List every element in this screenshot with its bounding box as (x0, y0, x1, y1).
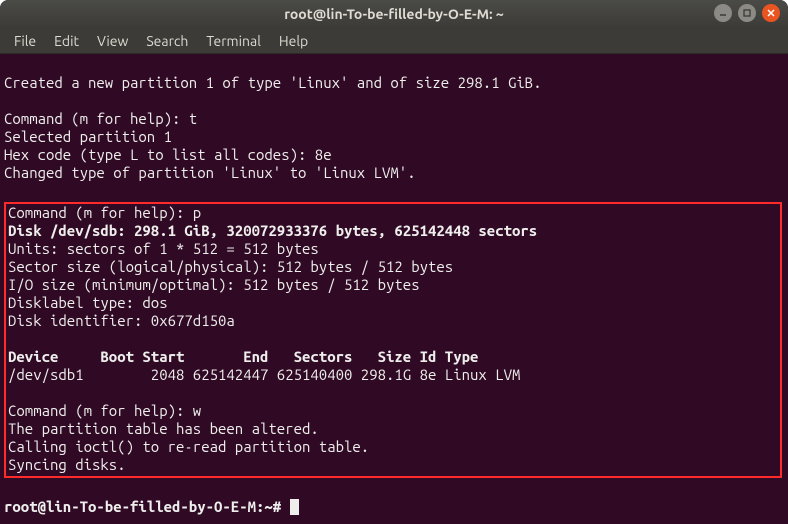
prompt: root@lin-To-be-filled-by-O-E-M:~# (4, 498, 290, 515)
output-line: Hex code (type L to list all codes): 8e (4, 146, 332, 163)
output-line: Disk /dev/sdb: 298.1 GiB, 320072933376 b… (8, 222, 537, 239)
menu-search[interactable]: Search (138, 31, 196, 51)
titlebar: root@lin-To-be-filled-by-O-E-M: ~ (0, 0, 788, 28)
output-line: Units: sectors of 1 * 512 = 512 bytes (8, 240, 319, 257)
output-line: Selected partition 1 (4, 128, 172, 145)
output-line: Disk identifier: 0x677d150a (8, 312, 235, 329)
output-line: Disklabel type: dos (8, 294, 168, 311)
menubar: File Edit View Search Terminal Help (0, 28, 788, 54)
terminal-output[interactable]: Created a new partition 1 of type 'Linux… (0, 54, 788, 524)
highlight-box: Command (m for help): p Disk /dev/sdb: 2… (4, 202, 782, 478)
table-header: Device Boot Start End Sectors Size Id Ty… (8, 348, 478, 365)
terminal-window: root@lin-To-be-filled-by-O-E-M: ~ File E… (0, 0, 788, 524)
output-line: Command (m for help): t (4, 110, 197, 127)
menu-help[interactable]: Help (271, 31, 316, 51)
table-row: /dev/sdb1 2048 625142447 625140400 298.1… (8, 366, 520, 383)
output-line: Command (m for help): p (8, 204, 201, 221)
minimize-button[interactable] (714, 4, 732, 22)
output-line: Command (m for help): w (8, 402, 201, 419)
output-line: I/O size (minimum/optimal): 512 bytes / … (8, 276, 420, 293)
menu-file[interactable]: File (6, 31, 44, 51)
output-line: Syncing disks. (8, 456, 126, 473)
output-line: The partition table has been altered. (8, 420, 319, 437)
menu-view[interactable]: View (89, 31, 136, 51)
output-line: Sector size (logical/physical): 512 byte… (8, 258, 453, 275)
output-line: Changed type of partition 'Linux' to 'Li… (4, 164, 416, 181)
window-title: root@lin-To-be-filled-by-O-E-M: ~ (0, 6, 788, 22)
output-line: Calling ioctl() to re-read partition tab… (8, 438, 369, 455)
cursor (290, 499, 299, 515)
menu-edit[interactable]: Edit (46, 31, 87, 51)
maximize-button[interactable] (738, 4, 756, 22)
window-controls (714, 4, 780, 22)
output-line: Created a new partition 1 of type 'Linux… (4, 74, 542, 91)
menu-terminal[interactable]: Terminal (198, 31, 269, 51)
close-button[interactable] (762, 4, 780, 22)
